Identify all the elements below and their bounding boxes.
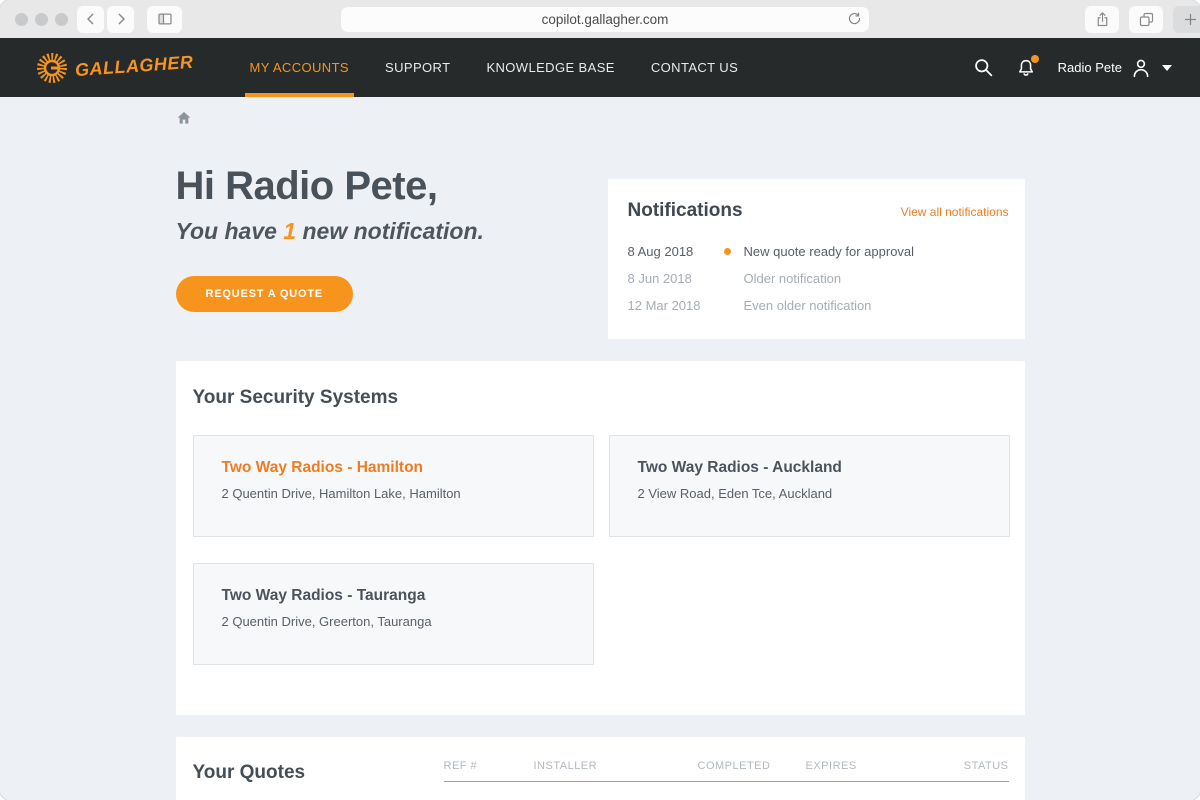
column-completed: COMPLETED	[698, 760, 806, 772]
security-systems-title: Your Security Systems	[193, 387, 1010, 409]
tabs-icon	[1138, 11, 1155, 28]
security-system-card[interactable]: Two Way Radios - Hamilton 2 Quentin Driv…	[193, 435, 594, 537]
system-name: Two Way Radios - Tauranga	[222, 587, 565, 605]
chevron-left-icon	[83, 11, 99, 27]
notification-text: Even older notification	[744, 298, 872, 313]
quotes-section: Your Quotes REF # INSTALLER COMPLETED EX…	[176, 737, 1025, 800]
user-name: Radio Pete	[1058, 60, 1122, 75]
quotes-table-header: REF # INSTALLER COMPLETED EXPIRES STATUS	[444, 760, 1009, 782]
notification-date: 12 Mar 2018	[628, 298, 724, 313]
column-status: STATUS	[964, 760, 1009, 772]
search-button[interactable]	[973, 57, 994, 78]
notification-text: Older notification	[744, 271, 842, 286]
sidebar-toggle-button[interactable]	[147, 6, 182, 33]
security-system-card[interactable]: Two Way Radios - Auckland 2 View Road, E…	[609, 435, 1010, 537]
quotes-title: Your Quotes	[193, 737, 444, 800]
column-expires: EXPIRES	[806, 760, 964, 772]
notification-text: New quote ready for approval	[744, 244, 915, 259]
nav-knowledge-base[interactable]: KNOWLEDGE BASE	[486, 38, 614, 97]
notification-badge	[1031, 55, 1039, 63]
system-address: 2 Quentin Drive, Greerton, Tauranga	[222, 614, 565, 629]
system-name: Two Way Radios - Auckland	[638, 459, 981, 477]
window-close-button[interactable]	[15, 13, 28, 26]
breadcrumb-home[interactable]	[176, 110, 192, 126]
system-address: 2 Quentin Drive, Hamilton Lake, Hamilton	[222, 486, 565, 501]
security-systems-section: Your Security Systems Two Way Radios - H…	[176, 361, 1025, 715]
window-minimize-button[interactable]	[35, 13, 48, 26]
notifications-button[interactable]	[1015, 57, 1037, 79]
notification-count: 1	[283, 218, 296, 244]
column-ref: REF #	[444, 760, 534, 772]
column-installer: INSTALLER	[534, 760, 698, 772]
tab-overview-button[interactable]	[1129, 6, 1163, 33]
home-icon	[176, 110, 192, 126]
hero-section: Hi Radio Pete, You have 1 new notificati…	[176, 127, 1025, 339]
sidebar-icon	[156, 10, 174, 28]
plus-icon	[1183, 12, 1198, 27]
unread-dot-icon	[724, 248, 731, 255]
notification-summary: You have 1 new notification.	[176, 218, 608, 246]
system-name: Two Way Radios - Hamilton	[222, 459, 565, 477]
browser-forward-button[interactable]	[107, 6, 134, 33]
browser-chrome: copilot.gallagher.com	[0, 0, 1200, 38]
chevron-down-icon	[1162, 65, 1172, 71]
window-maximize-button[interactable]	[55, 13, 68, 26]
address-bar[interactable]: copilot.gallagher.com	[341, 7, 869, 32]
search-icon	[973, 57, 994, 78]
page-content: Hi Radio Pete, You have 1 new notificati…	[0, 97, 1200, 800]
quotes-table: REF # INSTALLER COMPLETED EXPIRES STATUS	[444, 737, 1009, 800]
window-controls	[15, 13, 68, 26]
gallagher-sunburst-icon	[34, 50, 70, 86]
user-menu[interactable]: Radio Pete	[1058, 57, 1172, 79]
user-icon	[1130, 57, 1152, 79]
system-address: 2 View Road, Eden Tce, Auckland	[638, 486, 981, 501]
main-nav: MY ACCOUNTS SUPPORT KNOWLEDGE BASE CONTA…	[250, 38, 739, 97]
logo-wordmark: GALLAGHER	[74, 52, 194, 81]
nav-contact-us[interactable]: CONTACT US	[651, 38, 738, 97]
notification-item[interactable]: 8 Aug 2018 New quote ready for approval	[628, 238, 1009, 265]
request-quote-button[interactable]: REQUEST A QUOTE	[176, 276, 354, 312]
notification-item[interactable]: 12 Mar 2018 Even older notification	[628, 292, 1009, 319]
browser-window: copilot.gallagher.com GALLAGHER	[0, 0, 1200, 800]
new-tab-button[interactable]	[1173, 6, 1200, 33]
browser-back-button[interactable]	[77, 6, 104, 33]
site-header: GALLAGHER MY ACCOUNTS SUPPORT KNOWLEDGE …	[0, 38, 1200, 97]
notification-date: 8 Jun 2018	[628, 271, 724, 286]
notifications-title: Notifications	[628, 200, 743, 222]
gallagher-logo[interactable]: GALLAGHER	[34, 50, 194, 86]
nav-my-accounts[interactable]: MY ACCOUNTS	[250, 38, 350, 97]
share-button[interactable]	[1085, 6, 1119, 33]
notifications-card: Notifications View all notifications 8 A…	[608, 179, 1025, 339]
notification-date: 8 Aug 2018	[628, 244, 724, 259]
url-text: copilot.gallagher.com	[542, 12, 669, 27]
chevron-right-icon	[113, 11, 129, 27]
nav-support[interactable]: SUPPORT	[385, 38, 450, 97]
breadcrumb	[176, 97, 1025, 127]
notification-item[interactable]: 8 Jun 2018 Older notification	[628, 265, 1009, 292]
share-icon	[1094, 11, 1111, 28]
page-title: Hi Radio Pete,	[176, 163, 608, 209]
reload-icon[interactable]	[847, 11, 862, 26]
view-all-notifications-link[interactable]: View all notifications	[901, 205, 1009, 219]
security-system-card[interactable]: Two Way Radios - Tauranga 2 Quentin Driv…	[193, 563, 594, 665]
